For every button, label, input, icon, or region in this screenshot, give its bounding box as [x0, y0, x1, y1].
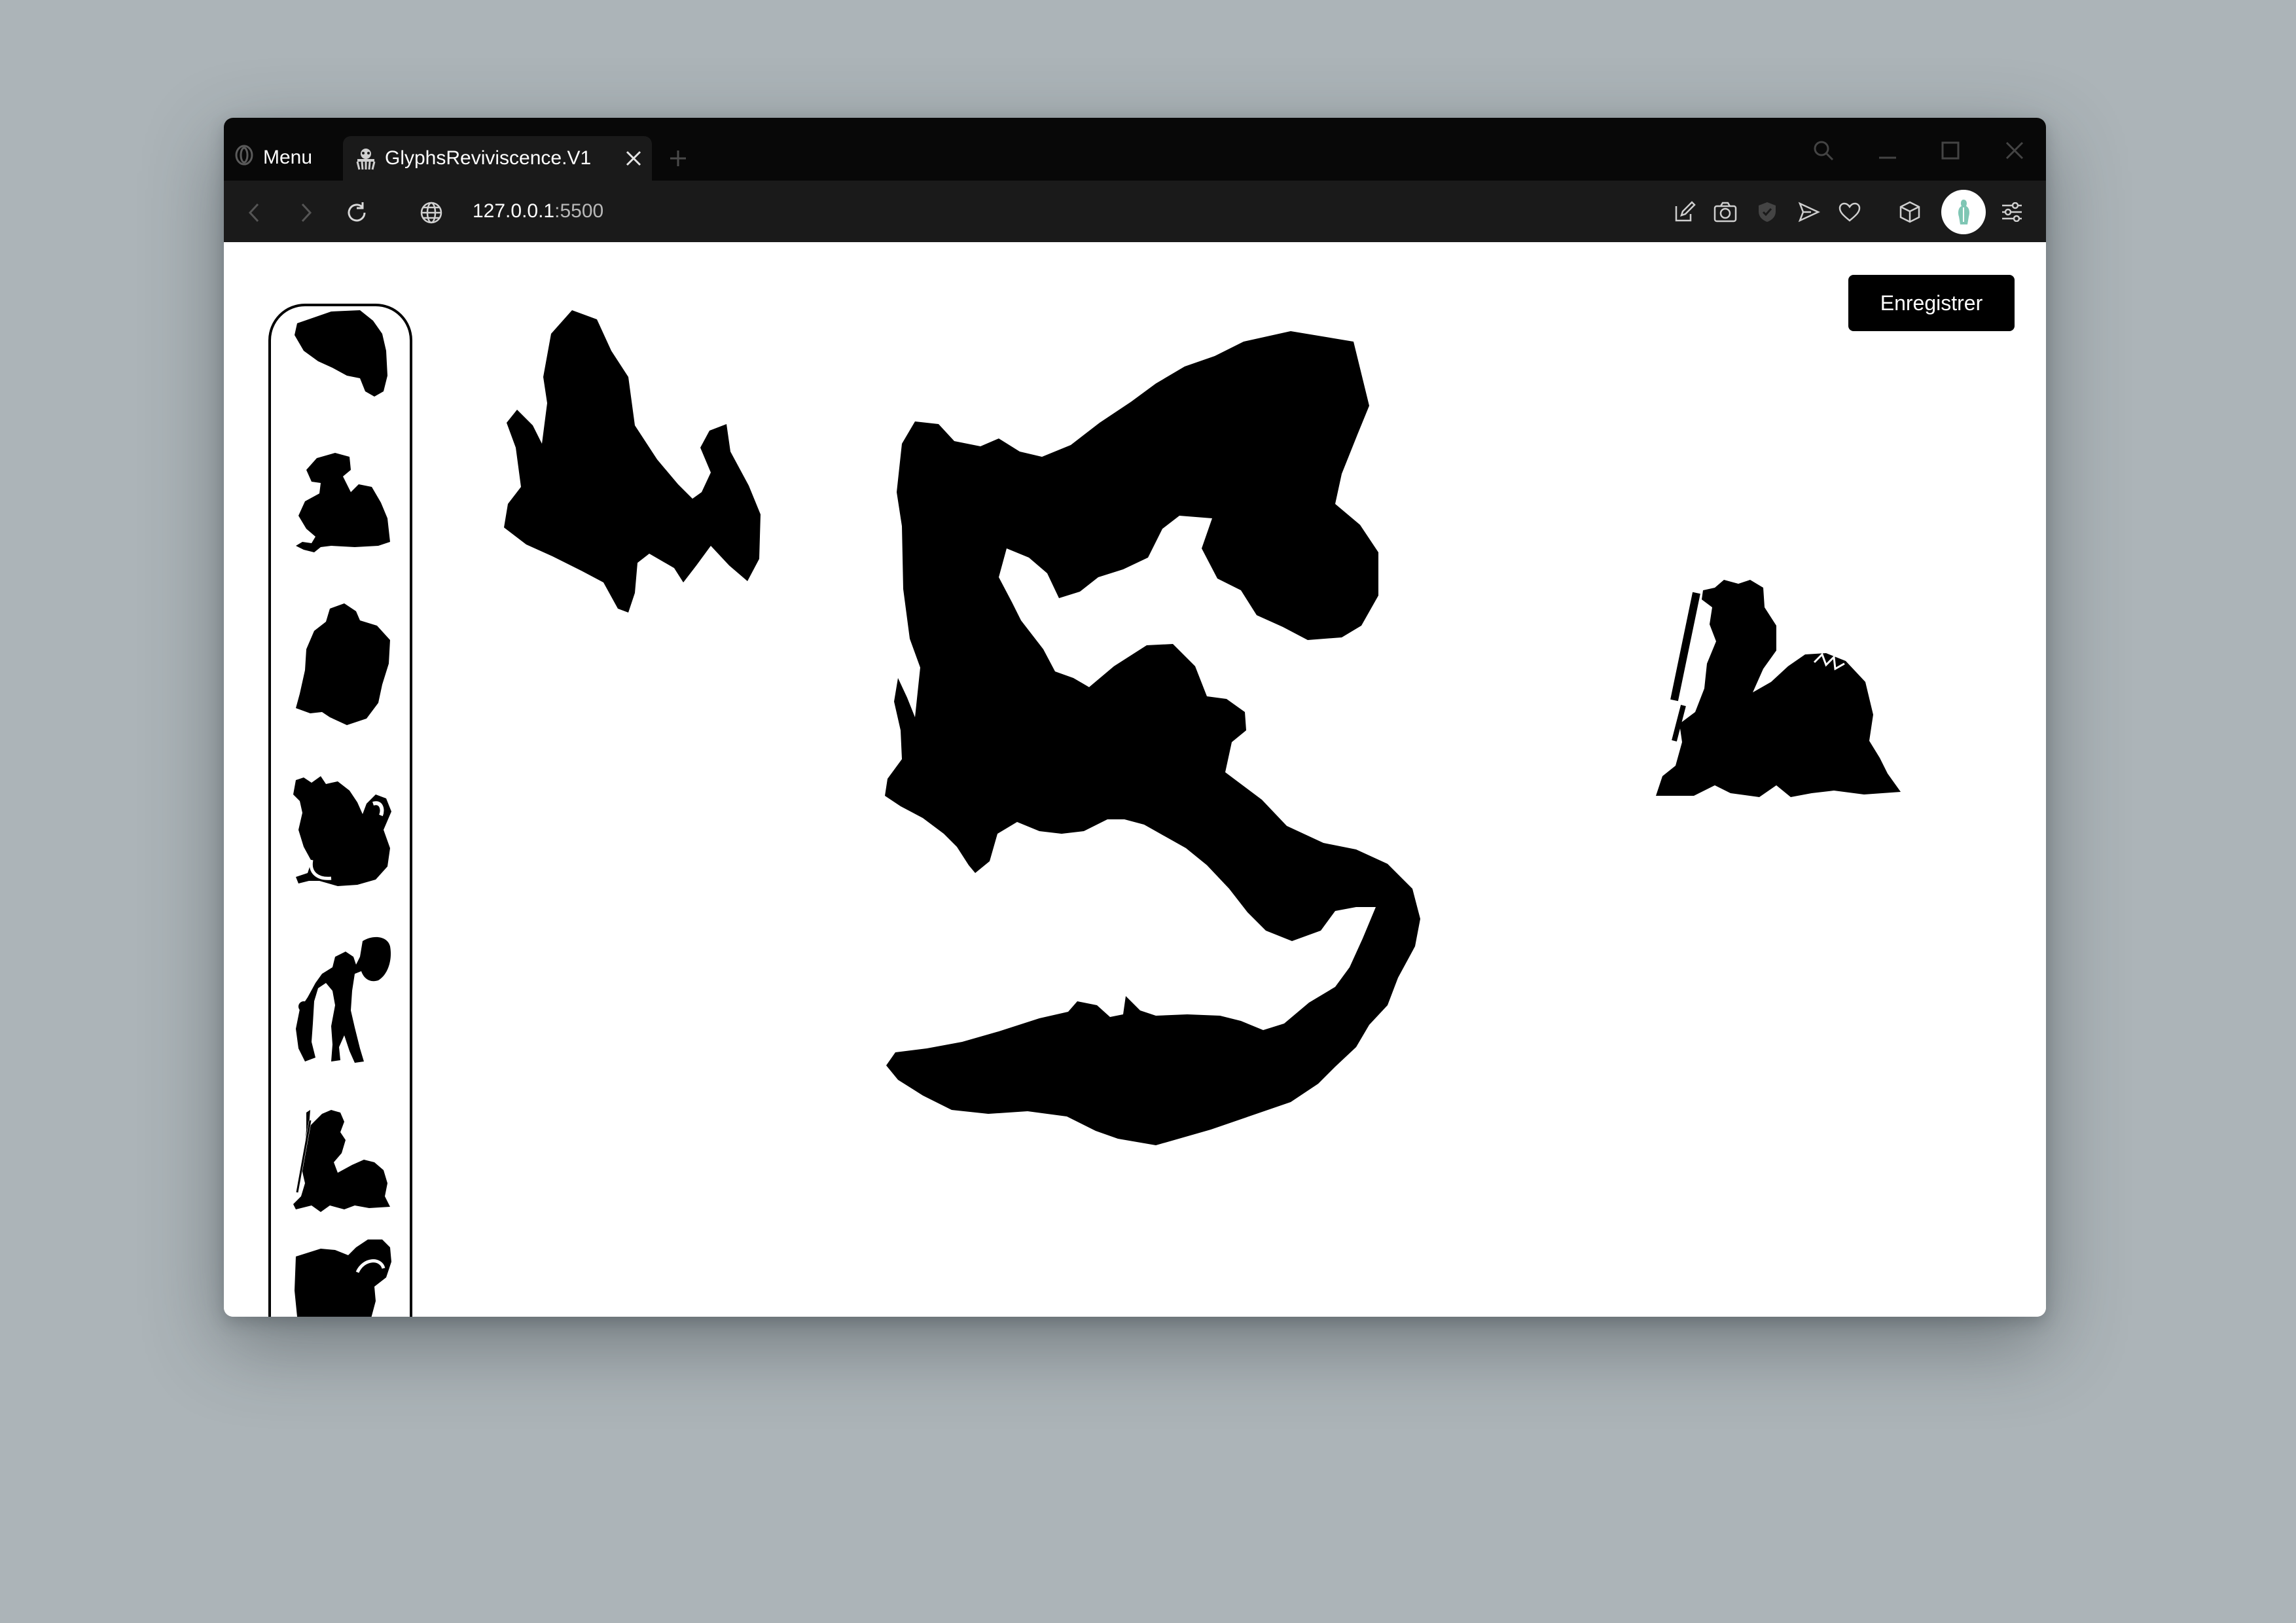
palette-item-5[interactable] [292, 933, 391, 1064]
glyph-palette [268, 304, 412, 1317]
opera-logo-icon [234, 144, 254, 171]
maximize-icon[interactable] [1929, 130, 1971, 171]
extensions-cube-icon[interactable] [1895, 199, 1924, 225]
back-icon[interactable] [238, 196, 271, 229]
url-port: :5500 [554, 200, 604, 222]
seated-creature-icon [293, 776, 391, 886]
canvas-piece-fragment[interactable] [500, 305, 783, 616]
tab-title: GlyphsReviviscence.V1 [385, 147, 592, 169]
palette-item-3[interactable] [292, 602, 391, 726]
save-button[interactable]: Enregistrer [1848, 275, 2015, 331]
crouching-figure-icon [296, 453, 390, 552]
palette-item-4[interactable] [292, 775, 391, 886]
minimize-icon[interactable] [1867, 130, 1909, 171]
address-toolbar: 127.0.0.1:5500 [224, 181, 2046, 242]
figure-on-lion-icon [293, 1110, 390, 1212]
menu-label: Menu [263, 147, 313, 168]
avatar-figure-icon [1958, 200, 1969, 224]
reload-icon[interactable] [340, 196, 373, 229]
send-icon[interactable] [1795, 199, 1823, 225]
easy-setup-icon[interactable] [1998, 199, 2026, 225]
search-tabs-icon[interactable] [1803, 130, 1844, 171]
address-bar[interactable]: 127.0.0.1:5500 [473, 200, 603, 223]
close-window-icon[interactable] [1994, 130, 2036, 171]
block-fragment-icon [295, 1240, 391, 1317]
rock-fragment-icon [504, 310, 761, 613]
site-info-globe-icon[interactable] [415, 196, 448, 229]
tab-close-icon[interactable] [615, 150, 652, 167]
canvas-piece-figure-on-lion[interactable] [1655, 577, 1903, 797]
vpn-shield-icon[interactable] [1753, 199, 1782, 225]
palette-item-6[interactable] [292, 1107, 391, 1212]
assembled-relief-icon [885, 331, 1420, 1145]
warrior-with-shield-icon [296, 936, 391, 1063]
forward-icon[interactable] [289, 196, 322, 229]
app-canvas[interactable]: Enregistrer [224, 242, 2046, 1317]
figure-fragment-icon [295, 310, 387, 397]
tab-bar: Menu GlyphsReviviscence.V1 [224, 118, 2046, 181]
browser-window: Menu GlyphsReviviscence.V1 127.0.0.1:550… [224, 118, 2046, 1317]
browser-menu-button[interactable]: Menu [234, 140, 312, 175]
torso-fragment-icon [296, 603, 390, 725]
snapshot-camera-icon[interactable] [1711, 199, 1740, 225]
figure-on-lion-icon [1656, 580, 1901, 797]
site-favicon-icon [353, 146, 378, 171]
new-tab-icon[interactable] [661, 141, 695, 175]
favorite-heart-icon[interactable] [1835, 199, 1864, 225]
palette-item-2[interactable] [292, 448, 391, 555]
profile-avatar[interactable] [1941, 190, 1986, 234]
palette-item-1[interactable] [292, 306, 391, 403]
tab-active[interactable]: GlyphsReviviscence.V1 [343, 136, 652, 181]
edit-share-icon[interactable] [1670, 199, 1699, 225]
url-host: 127.0.0.1 [473, 200, 555, 222]
canvas-piece-assembly[interactable] [884, 330, 1508, 1202]
palette-item-7[interactable] [292, 1238, 391, 1317]
